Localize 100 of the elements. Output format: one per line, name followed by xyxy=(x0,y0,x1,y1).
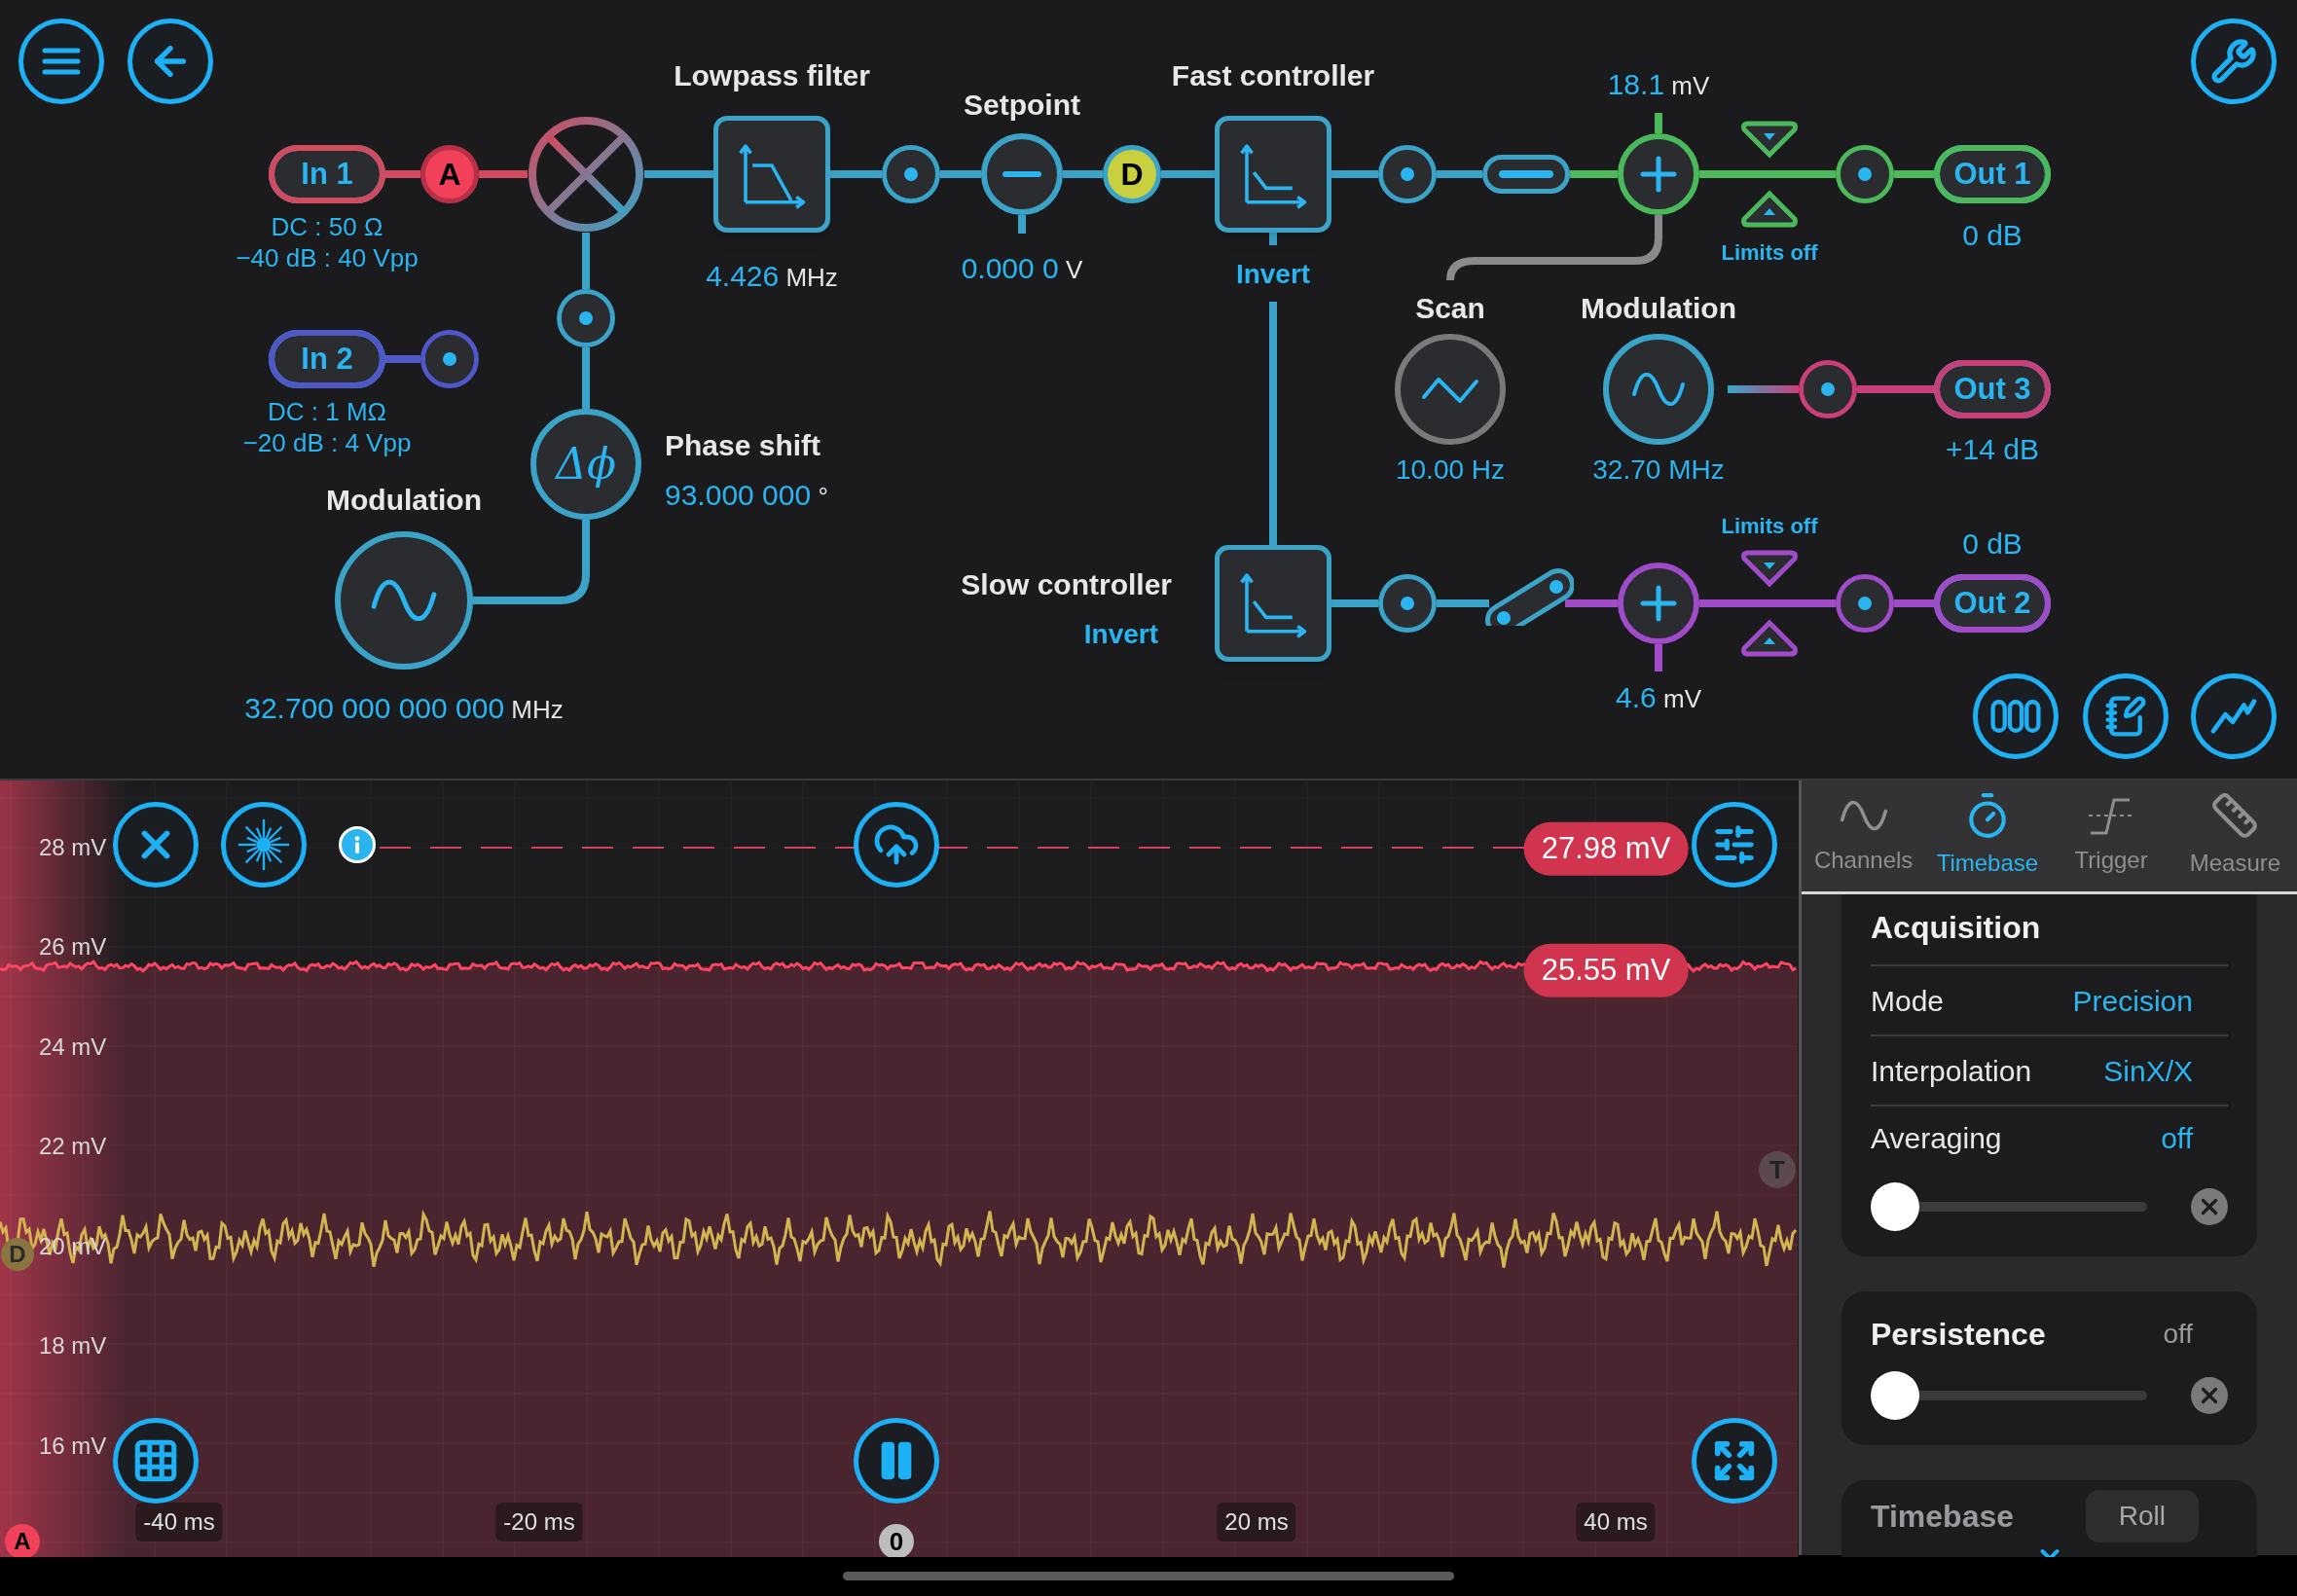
channel-badge[interactable]: D xyxy=(1103,145,1161,203)
three-ovals-icon xyxy=(1990,699,2041,734)
modulation-frequency: 32.70 MHz xyxy=(1592,453,1725,487)
output-gain: +14 dB xyxy=(1946,431,2039,467)
menu-icon xyxy=(42,47,81,76)
block-title: Modulation xyxy=(326,482,482,518)
block-title: Fast controller xyxy=(1171,57,1375,93)
x-axis-label: -40 ms xyxy=(135,1503,223,1542)
signal-wire xyxy=(383,355,420,363)
panel-tab[interactable]: Channels xyxy=(1802,780,1926,891)
sine-wave-icon xyxy=(370,580,438,621)
lower-limit-control[interactable] xyxy=(1740,120,1799,159)
signal-wire xyxy=(1437,599,1489,607)
wrench-icon xyxy=(2210,38,2257,85)
input-range: −20 dB : 4 Vpp xyxy=(242,426,412,459)
mode-button[interactable]: Roll xyxy=(2085,1490,2199,1542)
lower-limit-control[interactable] xyxy=(1740,549,1799,588)
signal-wire xyxy=(1437,170,1482,178)
y-axis-label: 24 mV xyxy=(39,1033,107,1062)
output-node[interactable]: Out 1 xyxy=(1934,145,2051,203)
output-node[interactable]: Out 3 xyxy=(1934,360,2051,418)
offset-value: 4.6 mV xyxy=(1616,679,1701,715)
expand-icon xyxy=(1712,1438,1757,1483)
input-coupling: DC : 1 MΩ xyxy=(268,395,386,428)
setting-label: Interpolation xyxy=(1871,1053,2032,1089)
upper-limit-control[interactable] xyxy=(1740,619,1799,658)
y-axis-label: 28 mV xyxy=(39,833,107,862)
input-node[interactable]: In 2 xyxy=(269,330,385,388)
setting-label: Averaging xyxy=(1871,1120,2002,1156)
y-axis-label: 26 mV xyxy=(39,932,107,961)
setting-value[interactable]: SinX/X xyxy=(2103,1048,2193,1093)
x-axis-label: 40 ms xyxy=(1576,1503,1656,1542)
invert-link[interactable]: Invert xyxy=(1235,254,1311,295)
signal-wire xyxy=(1331,599,1378,607)
connector-node[interactable] xyxy=(1378,574,1437,633)
plus-icon xyxy=(1639,584,1678,623)
zigzag-chart-icon xyxy=(2210,698,2257,735)
ruler-icon xyxy=(2210,791,2260,840)
signal-wire xyxy=(940,170,981,178)
connector-node[interactable] xyxy=(420,330,479,388)
signal-wire xyxy=(1161,170,1215,178)
x-axis-label: -20 ms xyxy=(495,1503,583,1542)
slider-thumb[interactable] xyxy=(1871,1371,1919,1420)
connector-node[interactable] xyxy=(1378,145,1437,203)
upper-limit-control[interactable] xyxy=(1740,190,1799,229)
input-coupling: DC : 50 Ω xyxy=(271,210,383,243)
invert-link[interactable]: Invert xyxy=(1083,614,1158,655)
output-node[interactable]: Out 2 xyxy=(1934,574,2051,633)
clear-button[interactable] xyxy=(2191,1188,2228,1225)
notebook-pen-icon xyxy=(2104,695,2147,738)
block-title: Scan xyxy=(1415,290,1485,326)
block-title: Setpoint xyxy=(964,87,1080,123)
section-title: Acquisition xyxy=(1871,904,2228,966)
toggle-node[interactable] xyxy=(1482,155,1570,194)
limits-link[interactable]: Limits off xyxy=(1721,509,1818,542)
lowpass-filter-block[interactable] xyxy=(713,116,830,233)
limits-link[interactable]: Limits off xyxy=(1721,236,1818,269)
setting-value: off xyxy=(2163,1318,2193,1351)
scan-frequency: 10.00 Hz xyxy=(1395,453,1506,487)
info-button[interactable] xyxy=(339,826,376,863)
block-title: Modulation xyxy=(1581,290,1736,326)
cursor-readout[interactable]: 27.98 mV xyxy=(1523,821,1689,876)
panel-tab[interactable]: Timebase xyxy=(1925,780,2050,891)
channel-badge[interactable]: A xyxy=(420,145,479,203)
sliders-icon xyxy=(1712,822,1757,867)
minus-icon xyxy=(1499,170,1553,178)
connector-node[interactable] xyxy=(557,289,615,347)
signal-wire xyxy=(582,347,590,409)
slow-controller-block[interactable] xyxy=(1215,545,1331,662)
fast-controller-block[interactable] xyxy=(1215,116,1331,233)
signal-wire xyxy=(383,170,420,178)
mixer-node[interactable] xyxy=(528,116,644,233)
setting-value[interactable]: off xyxy=(2161,1115,2193,1160)
phase-shift-node[interactable]: Δϕ xyxy=(530,409,641,520)
connector-node[interactable] xyxy=(1799,360,1857,418)
signal-wire xyxy=(1894,599,1934,607)
starburst-icon xyxy=(237,817,291,872)
connector-node[interactable] xyxy=(1836,574,1894,633)
setpoint-value: 0.000 0 V xyxy=(961,250,1083,286)
cutoff-frequency: 4.426 MHz xyxy=(706,258,838,294)
setting-label: Mode xyxy=(1871,983,1945,1019)
plus-icon xyxy=(1639,155,1678,194)
input-node[interactable]: In 1 xyxy=(269,145,385,203)
minus-icon xyxy=(1003,169,1041,179)
signal-wire xyxy=(1894,170,1934,178)
block-title: Slow controller xyxy=(961,567,1172,602)
setting-value[interactable]: Precision xyxy=(2072,978,2193,1023)
panel-tab[interactable]: Trigger xyxy=(2049,780,2173,891)
input-range: −40 dB : 40 Vpp xyxy=(236,241,419,274)
clear-button[interactable] xyxy=(2191,1377,2228,1414)
cursor-readout[interactable]: 25.55 mV xyxy=(1523,943,1689,998)
signal-wire xyxy=(830,170,882,178)
block-title: Phase shift xyxy=(665,428,822,463)
offset-value: 18.1 mV xyxy=(1607,66,1710,102)
output-gain: 0 dB xyxy=(1962,217,2023,253)
connector-node[interactable] xyxy=(882,145,940,203)
panel-tab[interactable]: Measure xyxy=(2172,780,2297,891)
y-axis-label: 16 mV xyxy=(39,1432,107,1461)
connector-node[interactable] xyxy=(1836,145,1894,203)
slider-thumb[interactable] xyxy=(1871,1182,1919,1231)
